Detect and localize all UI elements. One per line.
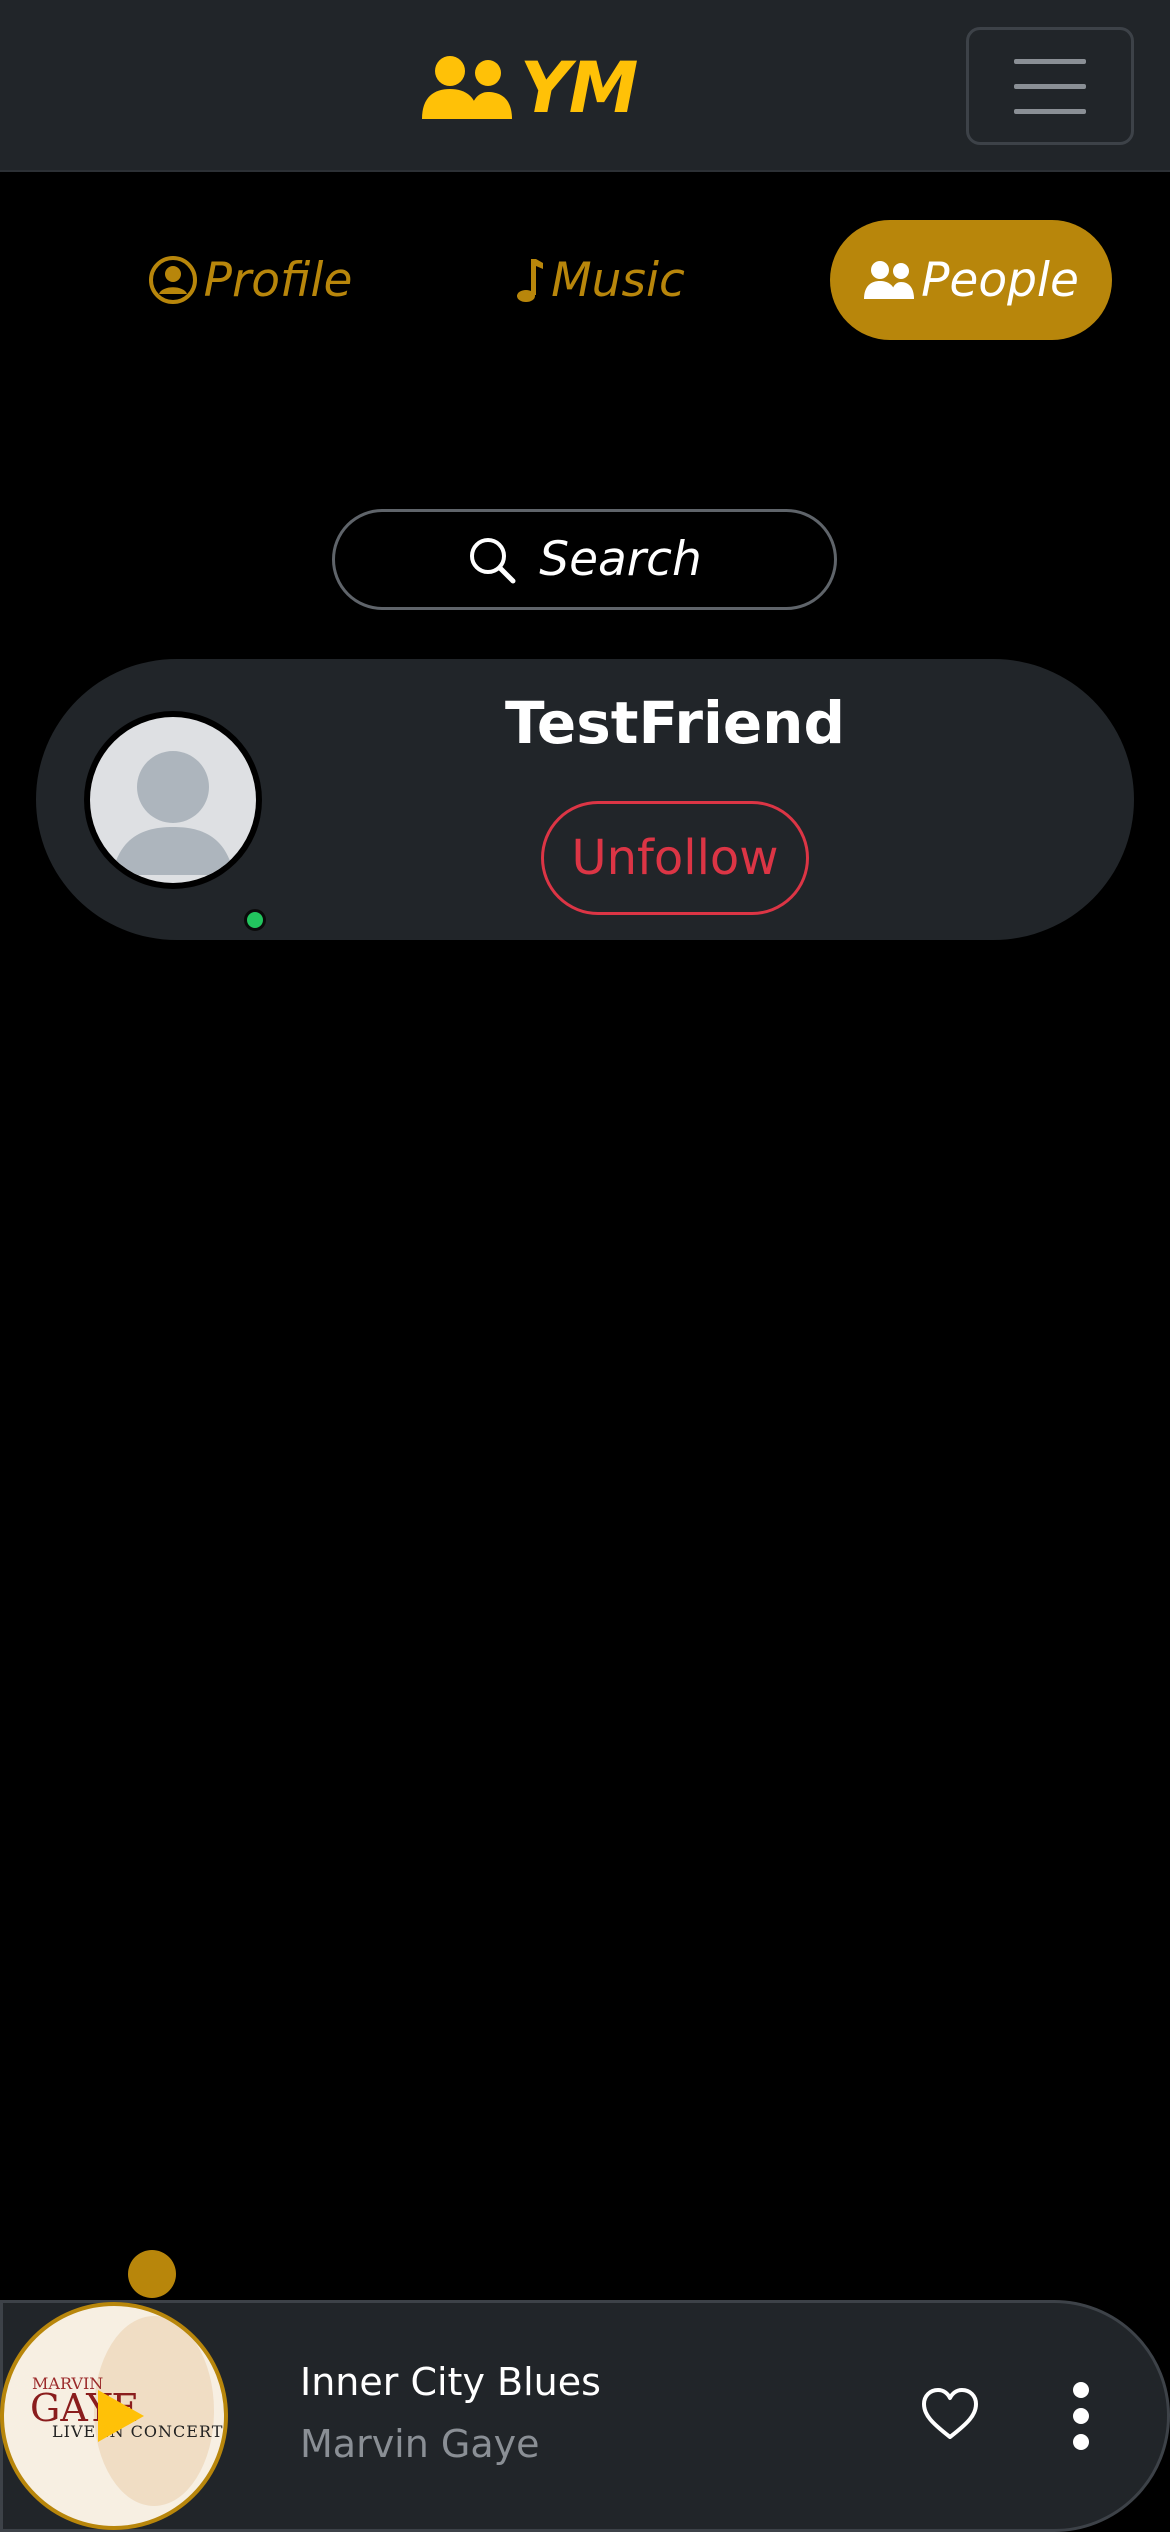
brand-text: YM	[520, 47, 638, 129]
brand-logo[interactable]: YM	[420, 47, 638, 129]
search-label: Search	[539, 532, 702, 587]
search-button[interactable]: Search	[332, 509, 837, 610]
search-icon	[470, 537, 516, 583]
people-icon	[422, 56, 512, 119]
friend-name[interactable]: TestFriend	[36, 689, 1170, 757]
heart-icon[interactable]	[920, 2385, 980, 2445]
friend-card[interactable]: TestFriend Unfollow	[36, 659, 1134, 940]
user-circle-icon	[148, 256, 197, 304]
tab-people-label: People	[921, 252, 1079, 308]
tab-profile[interactable]: Profile	[100, 220, 400, 340]
people-icon	[864, 261, 915, 299]
music-note-icon	[517, 259, 544, 302]
play-icon[interactable]	[90, 2386, 150, 2446]
song-artist: Marvin Gaye	[300, 2422, 540, 2466]
tab-music-label: Music	[551, 252, 685, 308]
progress-slider-handle[interactable]	[128, 2250, 176, 2298]
menu-toggle-button[interactable]	[966, 27, 1134, 145]
top-navbar: YM	[0, 0, 1170, 172]
song-title: Inner City Blues	[300, 2360, 601, 2404]
page: YM Profile Music People Search TestFrien…	[0, 0, 1170, 2532]
unfollow-button[interactable]: Unfollow	[541, 801, 809, 915]
hamburger-line	[1014, 108, 1086, 114]
hamburger-line	[1014, 58, 1086, 64]
tab-people[interactable]: People	[830, 220, 1112, 340]
more-vertical-icon[interactable]	[1066, 2380, 1096, 2452]
hamburger-line	[1014, 83, 1086, 89]
tab-music[interactable]: Music	[480, 220, 720, 340]
tab-profile-label: Profile	[203, 252, 353, 308]
online-status-indicator	[244, 909, 266, 931]
album-art[interactable]: MARVIN GAYE LIVE IN CONCERT	[0, 2302, 228, 2530]
